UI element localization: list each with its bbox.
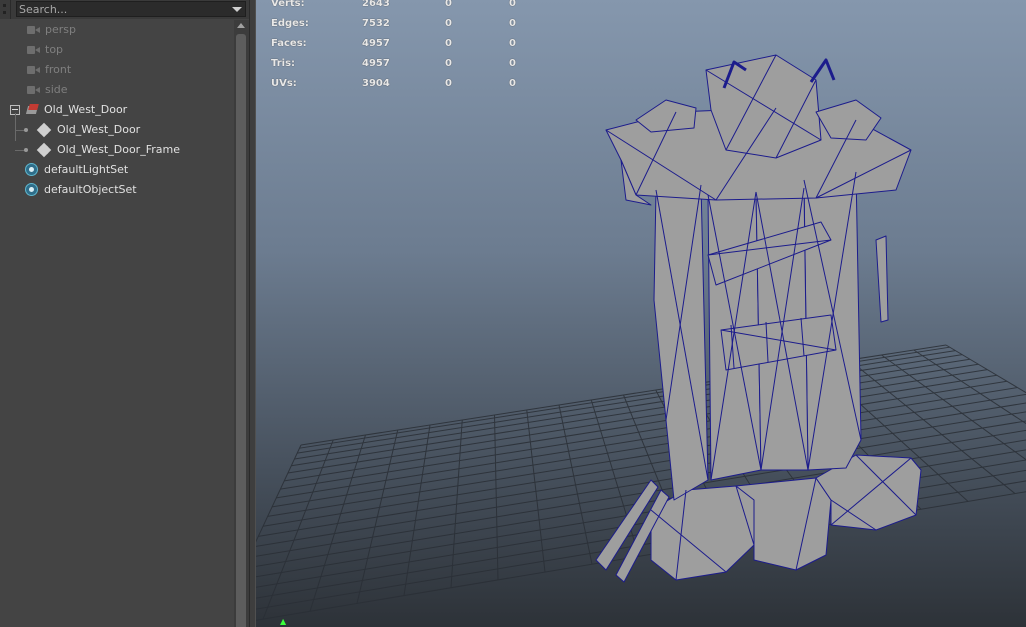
mesh-face: [635, 99, 697, 133]
outliner-item-old-west-door-frame[interactable]: Old_West_Door_Frame: [0, 140, 234, 160]
old-west-door-model: [595, 54, 922, 583]
outliner-item-label: persp: [45, 23, 76, 36]
mesh-edge: [809, 58, 836, 83]
hud-value: 0: [509, 0, 516, 9]
hud-value: 0: [509, 18, 516, 29]
search-bar: [0, 0, 249, 19]
outliner-item-persp[interactable]: persp: [0, 20, 234, 40]
outliner-item-label: defaultObjectSet: [44, 183, 137, 196]
outliner-item-label: Old_West_Door: [44, 103, 128, 116]
panel-splitter[interactable]: [249, 0, 256, 627]
hud-value: 4957: [362, 58, 390, 69]
outliner-item-default-object-set[interactable]: defaultObjectSet: [0, 180, 234, 200]
tree-node-dot-icon: [24, 148, 28, 152]
hud-value: 0: [509, 38, 516, 49]
outliner-item-old-west-door-mesh[interactable]: Old_West_Door: [0, 120, 234, 140]
outliner-item-old-west-door-group[interactable]: Old_West_Door: [0, 100, 234, 141]
outliner-scrollbar[interactable]: [234, 20, 249, 627]
hud-value: 0: [445, 78, 452, 89]
search-options-chevron-icon[interactable]: [232, 7, 242, 12]
outliner-item-label: top: [45, 43, 64, 56]
outliner-item-label: Old_West_Door: [57, 123, 141, 136]
camera-icon: [27, 86, 40, 94]
perspective-viewport[interactable]: Verts: 2643 0 0 Edges: 7532 0 0 Faces: 4…: [256, 0, 1026, 627]
hud-row-uvs: UVs: 3904 0 0: [271, 78, 531, 98]
grid-line: [294, 354, 963, 460]
mesh-icon: [36, 122, 53, 138]
hud-row-edges: Edges: 7532 0 0: [271, 18, 531, 38]
outliner-item-top[interactable]: top: [0, 40, 234, 60]
view-axis-indicator-icon: ▲: [280, 617, 287, 626]
hud-label: Verts:: [271, 0, 305, 9]
hud-value: 0: [509, 78, 516, 89]
outliner-item-side[interactable]: side: [0, 80, 234, 100]
scroll-up-arrow-icon[interactable]: [237, 23, 245, 28]
hud-label: UVs:: [271, 78, 297, 89]
outliner-item-label: Old_West_Door_Frame: [57, 143, 180, 156]
mesh-face: [875, 235, 889, 323]
hud-label: Tris:: [271, 58, 296, 69]
hud-value: 0: [445, 58, 452, 69]
tree-node-dot-icon: [24, 128, 28, 132]
object-set-icon: [25, 183, 38, 196]
hud-value: 0: [445, 18, 452, 29]
panel-drag-handle[interactable]: [0, 0, 11, 19]
camera-icon: [27, 26, 40, 34]
outliner-panel: persp top front side Old_West_Door O: [0, 0, 249, 627]
object-set-icon: [25, 163, 38, 176]
outliner-item-front[interactable]: front: [0, 60, 234, 80]
search-box[interactable]: [16, 1, 246, 17]
hud-value: 3904: [362, 78, 390, 89]
hud-value: 0: [509, 58, 516, 69]
mesh-face: [705, 54, 822, 159]
camera-icon: [27, 66, 40, 74]
mesh-icon: [36, 142, 53, 158]
camera-icon: [27, 46, 40, 54]
outliner-item-label: front: [45, 63, 72, 76]
hud-value: 0: [445, 0, 452, 9]
hud-row-tris: Tris: 4957 0 0: [271, 58, 531, 78]
hud-value: 0: [445, 38, 452, 49]
hud-label: Faces:: [271, 38, 307, 49]
hud-row-faces: Faces: 4957 0 0: [271, 38, 531, 58]
hud-value: 2643: [362, 0, 390, 9]
outliner-item-default-light-set[interactable]: defaultLightSet: [0, 160, 234, 180]
group-icon: [25, 104, 39, 115]
outliner-item-label: side: [45, 83, 68, 96]
outliner-item-label: defaultLightSet: [44, 163, 129, 176]
hud-row-verts: Verts: 2643 0 0: [271, 0, 531, 18]
scrollbar-thumb[interactable]: [236, 34, 246, 627]
hud-value: 7532: [362, 18, 390, 29]
search-input[interactable]: [19, 2, 224, 16]
hud-label: Edges:: [271, 18, 309, 29]
hud-value: 4957: [362, 38, 390, 49]
